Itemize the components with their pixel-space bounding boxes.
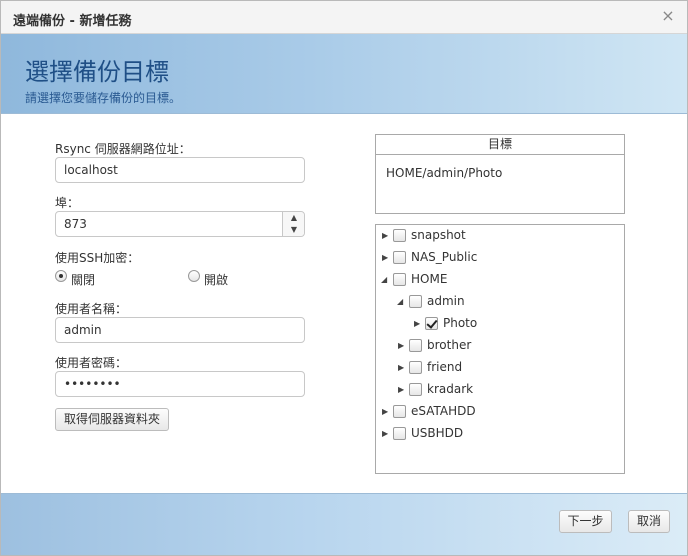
ssh-label: 使用SSH加密： <box>55 251 140 265</box>
tree-node-kradark[interactable]: ▶ kradark <box>376 379 624 401</box>
get-server-folders-button[interactable]: 取得伺服器資料夾 <box>55 408 169 431</box>
port-label: 埠： <box>55 196 80 210</box>
footer-band: 下一步 取消 <box>1 493 687 555</box>
tree-checkbox[interactable] <box>409 361 422 374</box>
tree-node-esatahdd[interactable]: ▶ eSATAHDD <box>376 401 624 423</box>
server-address-label: Rsync 伺服器網路位址： <box>55 142 191 156</box>
tree-node-snapshot[interactable]: ▶ snapshot <box>376 225 624 247</box>
tree-checkbox-checked[interactable] <box>425 317 438 330</box>
username-input[interactable]: admin <box>55 317 305 343</box>
tree-checkbox[interactable] <box>393 273 406 286</box>
tree-node-photo[interactable]: ▶ Photo <box>376 313 624 335</box>
port-spinner: ▲ ▼ <box>282 212 304 236</box>
tree-node-brother[interactable]: ▶ brother <box>376 335 624 357</box>
tree-node-label[interactable]: NAS_Public <box>411 250 477 264</box>
collapsed-arrow-icon[interactable]: ▶ <box>382 253 390 263</box>
tree-node-label[interactable]: kradark <box>427 382 473 396</box>
folder-tree: ▶ snapshot ▶ NAS_Public ◢ HOME ◢ admin ▶… <box>375 224 625 474</box>
tree-checkbox[interactable] <box>409 383 422 396</box>
tree-node-label[interactable]: admin <box>427 294 465 308</box>
target-header: 目標 <box>376 135 624 155</box>
dialog-titlebar: 遠端備份 - 新增任務 × <box>1 1 687 34</box>
spin-up-icon[interactable]: ▲ <box>283 212 305 224</box>
ssh-on-label[interactable]: 開啟 <box>204 271 228 288</box>
collapsed-arrow-icon[interactable]: ▶ <box>414 319 422 329</box>
password-label: 使用者密碼： <box>55 356 128 370</box>
collapsed-arrow-icon[interactable]: ▶ <box>382 429 390 439</box>
tree-node-label[interactable]: USBHDD <box>411 426 463 440</box>
ssh-off-radio[interactable] <box>55 270 67 282</box>
tree-checkbox[interactable] <box>393 251 406 264</box>
port-value: 873 <box>64 217 87 231</box>
next-button[interactable]: 下一步 <box>559 510 612 533</box>
tree-node-nas-public[interactable]: ▶ NAS_Public <box>376 247 624 269</box>
spin-down-icon[interactable]: ▼ <box>283 224 305 236</box>
dialog-title: 遠端備份 - 新增任務 <box>13 14 132 29</box>
target-path: HOME/admin/Photo <box>386 166 503 180</box>
tree-node-usbhdd[interactable]: ▶ USBHDD <box>376 423 624 445</box>
server-address-input[interactable]: localhost <box>55 157 305 183</box>
ssh-on-radio[interactable] <box>188 270 200 282</box>
tree-checkbox[interactable] <box>409 295 422 308</box>
ssh-off-label[interactable]: 關閉 <box>71 271 95 288</box>
expanded-arrow-icon[interactable]: ◢ <box>381 275 389 285</box>
tree-node-label[interactable]: snapshot <box>411 228 466 242</box>
password-input[interactable]: •••••••• <box>55 371 305 397</box>
tree-node-label[interactable]: brother <box>427 338 471 352</box>
tree-node-home[interactable]: ◢ HOME <box>376 269 624 291</box>
tree-node-label[interactable]: friend <box>427 360 462 374</box>
collapsed-arrow-icon[interactable]: ▶ <box>398 363 406 373</box>
remote-backup-dialog: 遠端備份 - 新增任務 × 選擇備份目標 請選擇您要儲存備份的目標。 Rsync… <box>0 0 688 556</box>
collapsed-arrow-icon[interactable]: ▶ <box>398 341 406 351</box>
collapsed-arrow-icon[interactable]: ▶ <box>382 231 390 241</box>
tree-node-label[interactable]: eSATAHDD <box>411 404 476 418</box>
tree-node-label[interactable]: HOME <box>411 272 447 286</box>
target-panel: 目標 HOME/admin/Photo <box>375 134 625 214</box>
tree-checkbox[interactable] <box>393 427 406 440</box>
collapsed-arrow-icon[interactable]: ▶ <box>382 407 390 417</box>
tree-node-admin[interactable]: ◢ admin <box>376 291 624 313</box>
expanded-arrow-icon[interactable]: ◢ <box>397 297 405 307</box>
cancel-button[interactable]: 取消 <box>628 510 670 533</box>
tree-checkbox[interactable] <box>409 339 422 352</box>
tree-node-label[interactable]: Photo <box>443 316 477 330</box>
username-label: 使用者名稱： <box>55 302 128 316</box>
page-subtitle: 請選擇您要儲存備份的目標。 <box>25 91 182 105</box>
collapsed-arrow-icon[interactable]: ▶ <box>398 385 406 395</box>
header-band: 選擇備份目標 請選擇您要儲存備份的目標。 <box>1 34 687 114</box>
tree-checkbox[interactable] <box>393 229 406 242</box>
tree-checkbox[interactable] <box>393 405 406 418</box>
page-title: 選擇備份目標 <box>25 58 169 86</box>
tree-node-friend[interactable]: ▶ friend <box>376 357 624 379</box>
port-stepper[interactable]: 873 ▲ ▼ <box>55 211 305 237</box>
close-icon[interactable]: × <box>659 7 677 25</box>
